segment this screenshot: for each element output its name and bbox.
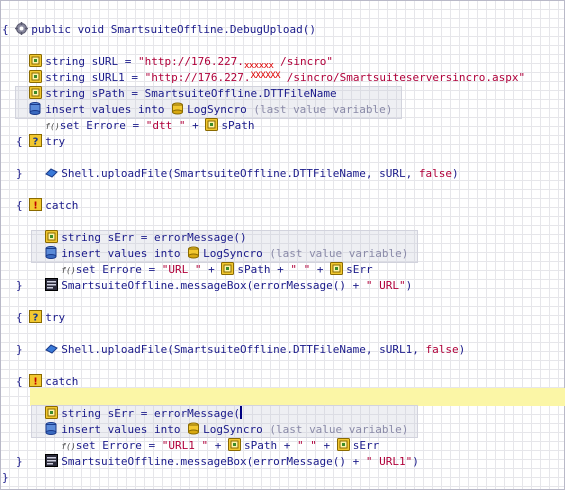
stmt-set-errore-2[interactable]: f()set Errore = "URL " + sPath + " " + s… xyxy=(48,246,373,276)
brace-open: { xyxy=(16,311,23,324)
stmt-serr-2[interactable]: string sErr = errorMessage( xyxy=(32,390,243,420)
try-block-1[interactable]: ? try xyxy=(16,118,65,148)
try-block-icon: ? xyxy=(29,134,43,148)
stmt-serr-1[interactable]: string sErr = errorMessage() xyxy=(32,214,247,244)
svg-text:?: ? xyxy=(33,313,39,324)
stmt-insert-3[interactable]: insert values into LogSyncro (last value… xyxy=(32,406,408,436)
messagebox-icon xyxy=(45,454,59,467)
stmt-surl[interactable]: string sURL = "http://176.227.xxxxxx /si… xyxy=(16,38,333,71)
stmt-surl1[interactable]: string sURL1 = "http://176.227.XXXXXX /s… xyxy=(16,54,525,84)
brace-open: { xyxy=(16,375,23,388)
catch-block-1[interactable]: ! catch xyxy=(16,182,78,212)
stmt-set-errore-3[interactable]: f()set Errore = "URL1 " + sPath + " " + … xyxy=(48,422,379,452)
try-block-icon: ? xyxy=(29,310,43,324)
brace-close: } xyxy=(16,167,23,180)
brace-close-method: } xyxy=(2,471,9,484)
stmt-messagebox-2[interactable]: SmartsuiteOffline.messageBox(errorMessag… xyxy=(32,438,419,468)
svg-text:?: ? xyxy=(33,137,39,148)
shell-icon xyxy=(45,342,59,355)
stmt-upload-2[interactable]: Shell.uploadFile(SmartsuiteOffline.DTTFi… xyxy=(32,326,465,356)
brace-open: { xyxy=(16,135,23,148)
catch-block-2[interactable]: ! catch xyxy=(16,358,78,388)
stmt-messagebox-1[interactable]: SmartsuiteOffline.messageBox(errorMessag… xyxy=(32,262,412,292)
svg-text:!: ! xyxy=(33,201,38,212)
brace-close: } xyxy=(16,455,23,468)
variable-icon xyxy=(205,118,219,131)
stmt-insert-2[interactable]: insert values into LogSyncro (last value… xyxy=(32,230,408,260)
method-signature: public void SmartsuiteOffline.DebugUploa… xyxy=(31,23,317,36)
stmt-insert-1[interactable]: insert values into LogSyncro (last value… xyxy=(16,86,392,116)
stmt-upload-1[interactable]: Shell.uploadFile(SmartsuiteOffline.DTTFi… xyxy=(32,150,459,180)
catch-block-icon: ! xyxy=(29,198,43,212)
gear-icon xyxy=(15,22,29,35)
try-block-2[interactable]: ? try xyxy=(16,294,65,324)
stmt-spath[interactable]: string sPath = SmartsuiteOffline.DTTFile… xyxy=(16,70,337,100)
method-header[interactable]: public void SmartsuiteOffline.DebugUploa… xyxy=(2,6,316,36)
brace-open: { xyxy=(2,23,9,36)
shell-icon xyxy=(45,166,59,179)
stmt-set-errore-1[interactable]: f()set Errore = "dtt " + sPath xyxy=(32,102,255,132)
svg-text:!: ! xyxy=(33,377,38,388)
catch-block-icon: ! xyxy=(29,374,43,388)
brace-close: } xyxy=(16,279,23,292)
brace-close: } xyxy=(16,343,23,356)
messagebox-icon xyxy=(45,278,59,291)
brace-open: { xyxy=(16,199,23,212)
